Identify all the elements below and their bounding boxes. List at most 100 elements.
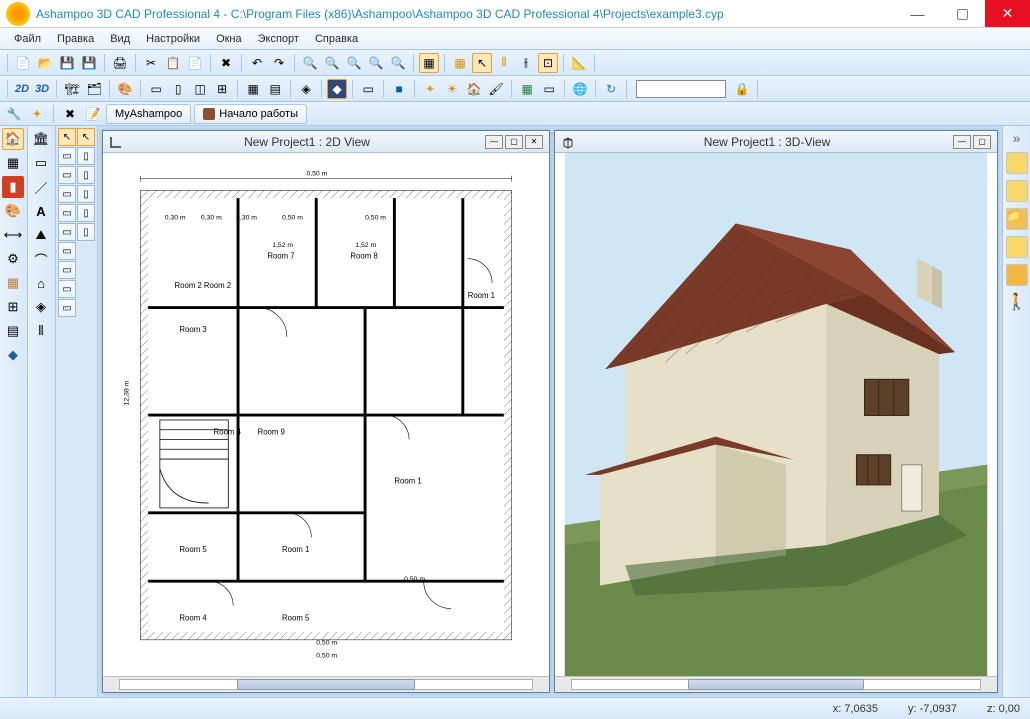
line-tool-icon[interactable]: ／	[30, 176, 52, 198]
mode-2d-button[interactable]: 2D	[13, 83, 31, 95]
grid-tool-icon[interactable]: ▦	[2, 152, 24, 174]
dim-tool-icon[interactable]: ⟷	[2, 224, 24, 246]
ts-2a[interactable]: ▭	[58, 166, 76, 184]
scrollbar-2d-h[interactable]	[103, 676, 549, 692]
expand-icon[interactable]: »	[1013, 130, 1021, 146]
menu-help[interactable]: Справка	[309, 31, 364, 47]
mode-3d-button[interactable]: 3D	[33, 83, 51, 95]
catalog-icon-3[interactable]	[1006, 236, 1028, 258]
ts-9a[interactable]: ▭	[58, 299, 76, 317]
survey-icon[interactable]: ▭	[539, 79, 559, 99]
view-struct-icon[interactable]: 🏗	[62, 79, 82, 99]
menu-windows[interactable]: Окна	[210, 31, 248, 47]
star-icon[interactable]: ✦	[420, 79, 440, 99]
wand-icon[interactable]: ✦	[27, 104, 47, 124]
doc-x-icon[interactable]: ✖	[60, 104, 80, 124]
home-icon[interactable]: 🏠	[464, 79, 484, 99]
terrain-tool-icon[interactable]: ⛰	[30, 224, 52, 246]
snap-grid-icon[interactable]: ⫴	[494, 53, 514, 73]
zoom-in-icon[interactable]: 🔍	[300, 53, 320, 73]
layout4-icon[interactable]: ⊞	[212, 79, 232, 99]
view-2d-close[interactable]: ✕	[525, 135, 543, 149]
view-3d-max[interactable]: ▢	[973, 135, 991, 149]
cut-icon[interactable]: ✂	[141, 53, 161, 73]
undo-icon[interactable]: ↶	[247, 53, 267, 73]
cube-tool-icon[interactable]: ◈	[30, 296, 52, 318]
texture-tool-icon[interactable]: ▦	[2, 272, 24, 294]
stair-tool-icon[interactable]: ⦀	[30, 320, 52, 342]
arc-tool-icon[interactable]: ⌒	[30, 248, 52, 270]
ts-7a[interactable]: ▭	[58, 261, 76, 279]
zoom-fit-icon[interactable]: 🔍	[344, 53, 364, 73]
ts-5b[interactable]: ▯	[77, 223, 95, 241]
roof-tool-icon[interactable]: ⌂	[30, 272, 52, 294]
new-file-icon[interactable]: 📄	[13, 53, 33, 73]
ts-3a[interactable]: ▭	[58, 185, 76, 203]
menu-view[interactable]: Вид	[104, 31, 136, 47]
menu-file[interactable]: Файл	[8, 31, 47, 47]
text-tool-icon[interactable]: A	[30, 200, 52, 222]
print-icon[interactable]: 🖨	[110, 53, 130, 73]
material-tool-icon[interactable]: 🎨	[2, 200, 24, 222]
snap-angle-icon[interactable]: 📐	[569, 53, 589, 73]
view-materials-icon[interactable]: 🎨	[115, 79, 135, 99]
menu-edit[interactable]: Правка	[51, 31, 100, 47]
ts-5a[interactable]: ▭	[58, 223, 76, 241]
layout3-icon[interactable]: ◫	[190, 79, 210, 99]
person-icon[interactable]: 🚶	[1007, 292, 1027, 312]
ts-4b[interactable]: ▯	[77, 204, 95, 222]
sun-icon[interactable]: ☀	[442, 79, 462, 99]
house3d-tool-icon[interactable]: 🏛	[30, 128, 52, 150]
menu-settings[interactable]: Настройки	[140, 31, 206, 47]
layers-icon[interactable]: ▦	[419, 53, 439, 73]
ts-8a[interactable]: ▭	[58, 280, 76, 298]
zoom-all-icon[interactable]: 🔍	[388, 53, 408, 73]
view-2d-min[interactable]: —	[485, 135, 503, 149]
ts-arrow-icon[interactable]: ↖	[77, 128, 95, 146]
folder-icon[interactable]: 📁	[1006, 208, 1028, 230]
zoom-out-icon[interactable]: 🔍	[322, 53, 342, 73]
grid-icon[interactable]: ▦	[450, 53, 470, 73]
cube-icon[interactable]: ◈	[296, 79, 316, 99]
ts-pointer-icon[interactable]: ↖	[58, 128, 76, 146]
save-as-icon[interactable]: 💾	[79, 53, 99, 73]
open-file-icon[interactable]: 📂	[35, 53, 55, 73]
scrollbar-3d-h[interactable]	[555, 676, 997, 692]
object-tool-icon[interactable]: ◆	[2, 344, 24, 366]
doc-edit-icon[interactable]: 📝	[83, 104, 103, 124]
layers-tool-icon[interactable]: ▤	[2, 320, 24, 342]
ts-6a[interactable]: ▭	[58, 242, 76, 260]
ts-1b[interactable]: ▯	[77, 147, 95, 165]
measure-icon[interactable]: ▦	[517, 79, 537, 99]
refresh-icon[interactable]: ↻	[601, 79, 621, 99]
snap-line-icon[interactable]: ⫲	[516, 53, 536, 73]
maximize-button[interactable]: ▢	[940, 0, 985, 27]
window-cascade-icon[interactable]: ▤	[265, 79, 285, 99]
snap-point-icon[interactable]: ⊡	[538, 53, 558, 73]
ts-4a[interactable]: ▭	[58, 204, 76, 222]
delete-icon[interactable]: ✖	[216, 53, 236, 73]
catalog-icon-2[interactable]	[1006, 180, 1028, 202]
ts-1a[interactable]: ▭	[58, 147, 76, 165]
canvas-3d[interactable]	[555, 153, 997, 676]
view-layers-icon[interactable]: 🗂	[84, 79, 104, 99]
tab-getstarted[interactable]: Начало работы	[194, 104, 307, 124]
ts-2b[interactable]: ▯	[77, 166, 95, 184]
wall-tool-icon[interactable]: ▮	[2, 176, 24, 198]
canvas-2d[interactable]: 0,50 m 0,30 m 0,30 m 0,30 m 0,50 m 0,50 …	[103, 153, 549, 676]
paste-icon[interactable]: 📄	[185, 53, 205, 73]
render-icon[interactable]: ◆	[327, 79, 347, 99]
house-tool-icon[interactable]: 🏠	[2, 128, 24, 150]
catalog-icon-4[interactable]	[1006, 264, 1028, 286]
color-icon[interactable]: ■	[389, 79, 409, 99]
save-icon[interactable]: 💾	[57, 53, 77, 73]
window-tool-icon[interactable]: ▭	[30, 152, 52, 174]
grid2-tool-icon[interactable]: ⊞	[2, 296, 24, 318]
catalog-icon-1[interactable]	[1006, 152, 1028, 174]
tab-myashampoo[interactable]: MyAshampoo	[106, 104, 191, 124]
window-tile-icon[interactable]: ▦	[243, 79, 263, 99]
layout1-icon[interactable]: ▭	[146, 79, 166, 99]
layout2-icon[interactable]: ▯	[168, 79, 188, 99]
view-2d-max[interactable]: ▢	[505, 135, 523, 149]
tools-icon[interactable]: 🔧	[4, 104, 24, 124]
